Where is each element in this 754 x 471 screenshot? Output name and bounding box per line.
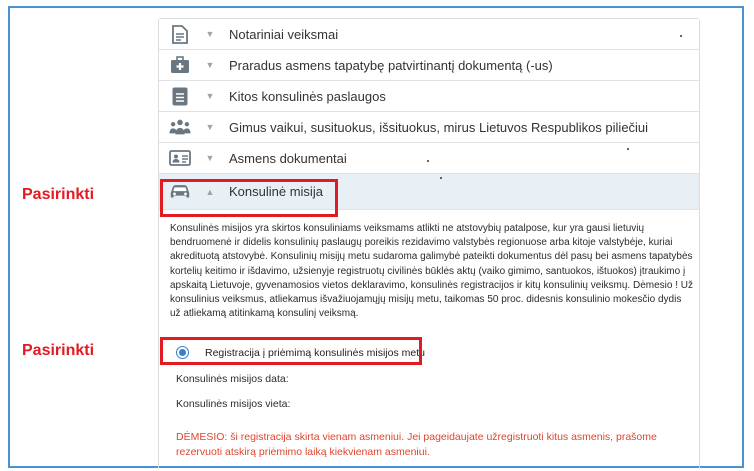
accordion-item-label: Notariniai veiksmai <box>229 26 339 42</box>
accordion-item-notarial[interactable]: ▼ Notariniai veiksmai <box>159 19 699 50</box>
chevron-down-icon: ▼ <box>205 60 215 70</box>
accordion-item-label: Gimus vaikui, susituokus, išsituokus, mi… <box>229 119 649 135</box>
mission-description: Konsulinės misijos yra skirtos konsulini… <box>170 223 694 320</box>
registration-warning: DĖMESIO: ši registracija skirta vienam a… <box>176 431 657 458</box>
accordion-item-personal-documents[interactable]: ▼ Asmens dokumentai <box>159 143 699 174</box>
chevron-down-icon: ▼ <box>205 29 215 39</box>
annotation-label: Pasirinkti <box>22 342 95 359</box>
accordion-item-civil-status[interactable]: ▼ Gimus vaikui, susituokus, išsituokus, … <box>159 112 699 143</box>
document-icon <box>169 23 191 45</box>
mission-date-label: Konsulinės misijos data: <box>176 373 289 385</box>
mission-place-label: Konsulinės misijos vieta: <box>176 398 291 410</box>
annotation-highlight-box <box>160 337 422 365</box>
chevron-down-icon: ▼ <box>205 122 215 132</box>
accordion-item-label: Kitos konsulinės paslaugos <box>229 88 386 104</box>
artifact-dot <box>627 148 629 150</box>
id-card-icon <box>169 147 191 169</box>
artifact-dot <box>427 160 429 162</box>
chevron-down-icon: ▼ <box>205 91 215 101</box>
artifact-dot <box>680 35 682 37</box>
accordion-item-label: Asmens dokumentai <box>229 150 347 166</box>
people-group-icon <box>169 116 191 138</box>
accordion-item-lost-document[interactable]: ▼ Praradus asmens tapatybę patvirtinantį… <box>159 50 699 81</box>
first-aid-kit-icon <box>169 54 191 76</box>
annotation-label: Pasirinkti <box>22 186 95 203</box>
annotation-highlight-box <box>160 179 338 217</box>
accordion-item-label: Praradus asmens tapatybę patvirtinantį d… <box>229 57 553 73</box>
list-document-icon <box>169 85 191 107</box>
artifact-dot <box>440 177 442 179</box>
accordion-item-other-services[interactable]: ▼ Kitos konsulinės paslaugos <box>159 81 699 112</box>
chevron-down-icon: ▼ <box>205 153 215 163</box>
